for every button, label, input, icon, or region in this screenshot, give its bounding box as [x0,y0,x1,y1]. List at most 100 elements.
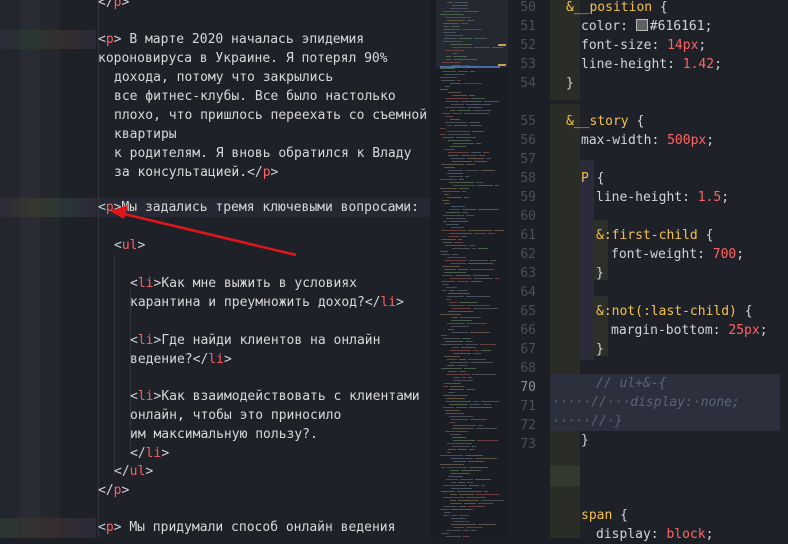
minimap-line [458,449,467,450]
minimap-line [441,344,463,345]
minimap-line [468,461,484,462]
scss-line[interactable]: display: block; [596,525,713,544]
css-token: font-size: [581,38,668,53]
scss-line[interactable]: } [596,340,604,359]
minimap-line [453,377,460,378]
scss-line[interactable]: } [596,264,604,283]
css-token: { [652,0,668,15]
minimap-line [457,80,461,81]
minimap-line [474,38,487,39]
scss-line[interactable]: P { [581,169,604,188]
minimap-line [448,329,454,330]
scss-line[interactable]: span { [581,506,628,525]
line-number: 64 [520,285,536,300]
css-selector: &__story [566,114,629,129]
minimap-line [449,176,463,177]
minimap-line [448,155,459,156]
scss-line[interactable]: max-width: 500px; [581,131,714,150]
minimap-line [440,68,455,69]
minimap-line [453,440,475,441]
minimap-line [445,86,450,87]
minimap-line [461,236,467,237]
scss-line[interactable]: &__story { [566,112,644,131]
scss-line[interactable]: &:not(:last-child) { [596,302,753,321]
minimap-line [478,209,499,210]
minimap-line [455,275,471,276]
minimap-line [444,26,449,27]
scss-line[interactable]: ·····//·} [552,412,622,431]
minimap-line [447,125,452,126]
minimap-line [445,35,463,36]
scss-line[interactable]: &__position { [566,0,668,17]
minimap-marker [498,44,506,46]
minimap-line [447,467,467,468]
minimap-line [479,155,485,156]
minimap-line [440,188,457,189]
scss-line[interactable]: color: #616161; [581,17,712,36]
minimap-line [470,419,487,420]
minimap-line [440,179,457,180]
scss-line[interactable]: line-height: 1.42; [581,55,722,74]
minimap-line [453,143,474,144]
css-selector: &:not(:last-child) [596,304,737,319]
scss-line[interactable]: font-weight: 700; [611,245,744,264]
minimap-line [448,92,461,93]
minimap-line [441,335,447,336]
minimap-line [442,191,460,192]
minimap-line [444,194,449,195]
minimap-line [466,497,486,498]
line-number: 56 [520,133,536,148]
css-token: { [697,228,714,243]
minimap-line [466,527,482,528]
minimap-line [452,5,468,6]
minimap-line [441,254,450,255]
scss-line[interactable]: &:first-child { [596,226,713,245]
minimap-line [451,26,460,27]
minimap-line [477,440,498,441]
minimap-line [453,380,473,381]
minimap-line [447,296,464,297]
minimap-line [443,215,464,216]
minimap-line [447,443,472,444]
minimap-line [440,14,464,15]
css-token: ; [704,19,713,34]
scss-line[interactable]: font-size: 14px; [581,36,706,55]
scss-line[interactable]: ·····//···display:·none; [552,393,740,412]
minimap-line [466,104,491,105]
scss-line[interactable]: // ul+&-{ [596,374,666,393]
minimap-line [477,185,493,186]
minimap-line [446,59,452,60]
minimap-line [470,71,475,72]
scss-line[interactable]: } [566,74,574,93]
minimap-line [447,452,451,453]
minimap-line [450,470,459,471]
minimap-line [473,401,479,402]
scss-line[interactable]: } [581,431,589,450]
minimap-line [443,23,459,24]
minimap-line [442,266,460,267]
minimap-line [440,251,448,252]
color-swatch-icon[interactable] [635,19,648,31]
scss-line[interactable]: line-height: 1.5; [596,188,729,207]
minimap-line [441,164,464,165]
minimap-line [443,497,464,498]
minimap-line [472,248,476,249]
minimap-line [446,413,464,414]
scss-line[interactable]: margin-bottom: 25px; [611,321,768,340]
minimap-line [490,260,496,261]
css-value: 700 [712,247,737,262]
minimap-line [444,383,461,384]
minimap-line [462,209,476,210]
minimap-line [451,482,456,483]
minimap-line [470,269,494,270]
css-token: ; [714,57,722,72]
minimap-line [451,206,465,207]
minimap-line [467,323,487,324]
minimap-line [446,56,451,57]
minimap-line [468,359,486,360]
minimap-line [483,152,489,153]
minimap-line [468,230,492,231]
minimap-line [473,110,491,111]
minimap-line [445,116,453,117]
minimap-line [459,494,474,495]
